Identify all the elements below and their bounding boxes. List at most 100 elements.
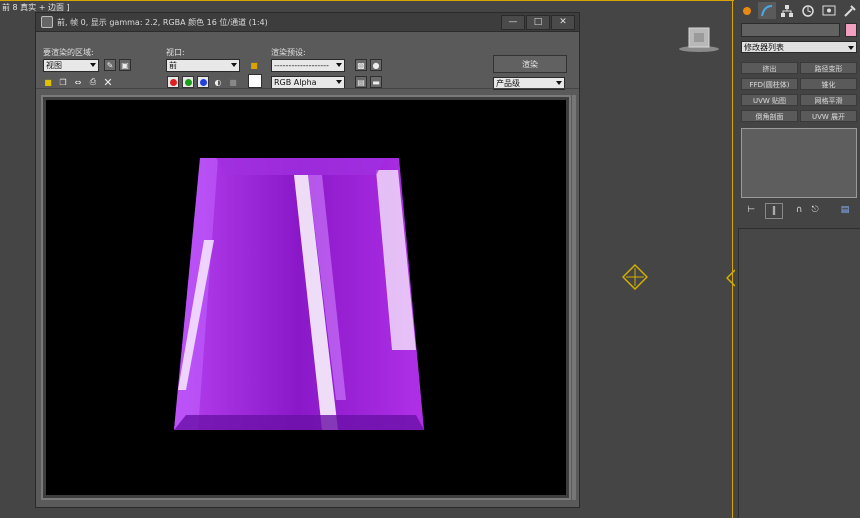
display-icon: [822, 5, 836, 15]
rendered-image: [46, 100, 566, 495]
maximize-button[interactable]: □: [526, 14, 550, 30]
make-unique-button[interactable]: ∩: [791, 203, 807, 217]
utilities-icon: [844, 4, 856, 17]
modifier-list-label: 修改器列表: [744, 43, 784, 52]
viewport-dropdown-value: 前: [169, 61, 177, 70]
modifier-button-path-deform[interactable]: 路径变形: [800, 62, 857, 74]
lock-icon: ■: [250, 60, 258, 70]
monochrome-toggle[interactable]: ■: [227, 76, 239, 88]
close-icon: ✕: [559, 17, 567, 27]
render-button[interactable]: 渲染: [493, 55, 567, 73]
close-button[interactable]: ✕: [551, 14, 575, 30]
save-icon: ■: [44, 77, 52, 87]
modifier-button-unwrap-uvw[interactable]: UVW 展开: [800, 110, 857, 122]
environment-icon: ●: [372, 60, 380, 70]
pin-icon: ⊢: [747, 205, 755, 215]
toggle-ui-overlay-button[interactable]: ▤: [355, 76, 367, 88]
swatch-color[interactable]: [248, 74, 262, 88]
tab-display[interactable]: [820, 2, 838, 19]
modifier-stack[interactable]: [741, 128, 857, 198]
tab-create[interactable]: [738, 2, 756, 19]
modifier-button-meshsmooth[interactable]: 网格平滑: [800, 94, 857, 106]
clear-image-button[interactable]: ✕: [102, 75, 114, 89]
minimize-icon: —: [508, 17, 518, 27]
render-window-titlebar[interactable]: 前, 帧 0, 显示 gamma: 2.2, RGBA 颜色 16 位/通道 (…: [36, 13, 579, 32]
red-channel-icon: [169, 78, 177, 86]
viewcube-icon[interactable]: [677, 27, 721, 53]
viewport[interactable]: 前 8 真实 + 边面 ] 前, 帧 0, 显示 gamma: 2.2, RGB…: [0, 0, 736, 518]
pin-stack-button[interactable]: ⊢: [743, 203, 759, 217]
maximize-icon: □: [533, 17, 543, 27]
lock-viewport-button[interactable]: ■: [248, 59, 260, 71]
modifier-list-dropdown[interactable]: 修改器列表: [741, 41, 857, 53]
overlay-icon: ▤: [357, 77, 365, 87]
blue-channel-icon: [199, 78, 207, 86]
modifier-button-ffd-cyl[interactable]: FFD(圆柱体): [741, 78, 798, 90]
remove-modifier-button[interactable]: ⎋: [807, 203, 823, 217]
object-name-field[interactable]: [741, 23, 840, 37]
area-label: 要渲染的区域:: [43, 48, 94, 57]
green-channel-icon: [184, 78, 192, 86]
modifier-button-bevel-profile[interactable]: 倒角剖面: [741, 110, 798, 122]
alpha-channel-toggle[interactable]: ◐: [212, 76, 224, 88]
toggle-ui-button[interactable]: ▬: [370, 76, 382, 88]
auto-region-icon: ▣: [121, 60, 129, 70]
green-channel-toggle[interactable]: [182, 76, 194, 88]
clone-window-button[interactable]: ⇔: [72, 76, 84, 88]
tab-utilities[interactable]: [841, 2, 859, 19]
modifier-button-uvw-map[interactable]: UVW 贴图: [741, 94, 798, 106]
copy-image-button[interactable]: ❐: [57, 76, 69, 88]
modifier-button-extrude[interactable]: 挤出: [741, 62, 798, 74]
motion-icon: [802, 4, 814, 17]
minimize-button[interactable]: —: [501, 14, 525, 30]
preset-label: 渲染预设:: [271, 48, 306, 57]
preset-dropdown[interactable]: -------------------: [271, 59, 345, 72]
modifier-parameters-area: [738, 228, 860, 518]
command-panel: 修改器列表 挤出 路径变形 FFD(圆柱体) 锥化 UVW 贴图 网格平滑 倒角…: [735, 0, 860, 518]
render-window-scrollbar[interactable]: [572, 95, 576, 500]
viewport-dropdown[interactable]: 前: [166, 59, 240, 72]
blue-channel-toggle[interactable]: [197, 76, 209, 88]
clear-x-icon: ✕: [103, 75, 113, 89]
render-setup-button[interactable]: ▩: [355, 59, 367, 71]
hierarchy-icon: [781, 4, 793, 17]
rendered-image-frame[interactable]: [41, 95, 571, 500]
auto-region-button[interactable]: ▣: [119, 59, 131, 71]
chevron-down-icon: [556, 81, 562, 85]
print-image-button[interactable]: ⎙: [87, 76, 99, 88]
configure-icon: ▤: [840, 205, 850, 215]
monochrome-icon: ■: [229, 77, 237, 87]
area-dropdown[interactable]: 视图: [43, 59, 99, 72]
command-panel-tabs: [738, 2, 858, 19]
trash-icon: ⎋: [811, 205, 819, 215]
ui-toggle-icon: ▬: [372, 77, 380, 87]
red-channel-toggle[interactable]: [167, 76, 179, 88]
channel-dropdown-value: RGB Alpha: [274, 78, 317, 87]
save-image-button[interactable]: ■: [42, 76, 54, 88]
edit-region-button[interactable]: ✎: [104, 59, 116, 71]
modifier-button-taper[interactable]: 锥化: [800, 78, 857, 90]
environment-button[interactable]: ●: [370, 59, 382, 71]
tab-motion[interactable]: [799, 2, 817, 19]
show-end-result-button[interactable]: ‖: [765, 203, 783, 219]
edit-region-icon: ✎: [106, 60, 114, 70]
toolbar-separator: [36, 88, 579, 89]
viewport-label-text: 视口:: [166, 48, 185, 57]
object-color-swatch[interactable]: [845, 23, 857, 37]
area-dropdown-value: 视图: [46, 61, 62, 70]
preset-dropdown-value: -------------------: [274, 61, 329, 70]
render-frame-window[interactable]: 前, 帧 0, 显示 gamma: 2.2, RGBA 颜色 16 位/通道 (…: [35, 12, 580, 508]
render-window-icon: [41, 16, 53, 28]
chevron-down-icon: [336, 63, 342, 67]
tab-modify[interactable]: [758, 2, 776, 19]
chevron-down-icon: [848, 46, 854, 50]
light-icon[interactable]: [622, 264, 648, 290]
rendered-purple-object: [174, 158, 424, 430]
chevron-down-icon: [336, 80, 342, 84]
configure-modifier-sets-button[interactable]: ▤: [837, 203, 853, 217]
teapot-icon: ▩: [357, 60, 365, 70]
modifier-stack-toolbar: ⊢ ‖ ∩ ⎋ ▤: [741, 203, 857, 219]
alpha-icon: ◐: [214, 77, 222, 87]
tab-hierarchy[interactable]: [778, 2, 796, 19]
sphere-icon: [743, 6, 751, 15]
